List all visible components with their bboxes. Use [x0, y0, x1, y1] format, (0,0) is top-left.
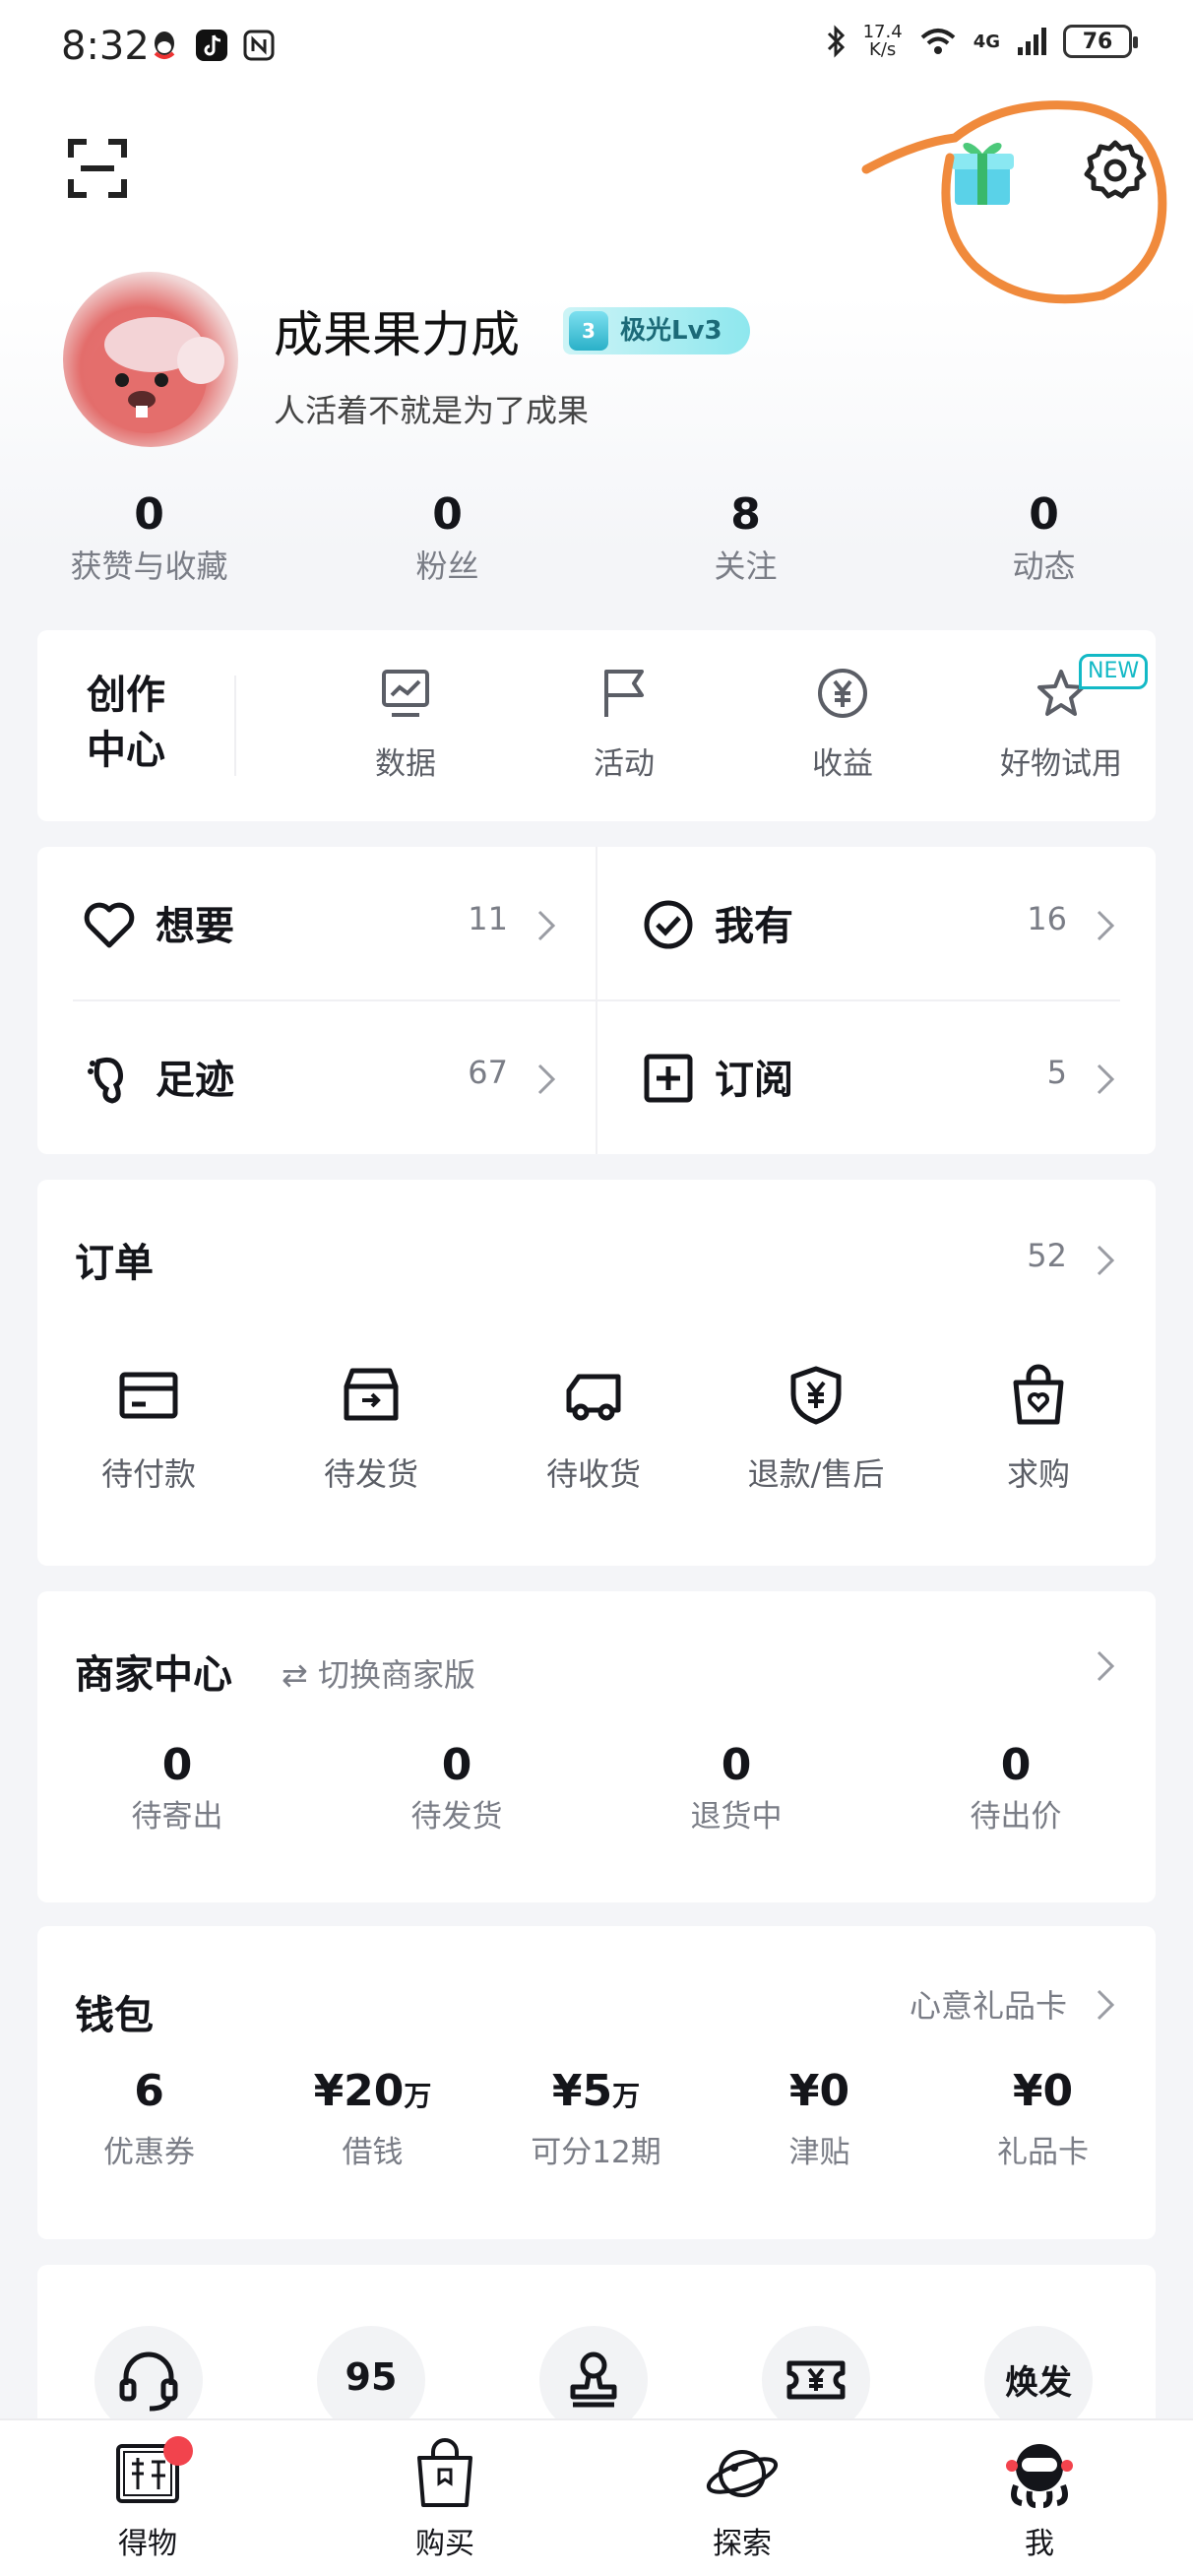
stamp-icon [570, 2351, 617, 2408]
wallet-card: 钱包 心意礼品卡 6 优惠券 ¥20万 借钱 ¥5万 可分12期 ¥0 津贴 ¥0 礼品卡 [37, 1926, 1156, 2239]
box-icon [344, 1368, 399, 1421]
wallet-coupons[interactable]: 6 优惠券 [37, 2064, 261, 2181]
chevron-right-icon [1097, 910, 1115, 941]
footprint-list-item[interactable]: 足迹 67 [37, 1000, 596, 1154]
merchant-center-card: 商家中心 ⇄ 切换商家版 0 待寄出 0 待发货 0 退货中 0 待出价 [37, 1591, 1156, 1902]
wallet-title: 钱包 [75, 1993, 154, 2038]
yuan-coin-icon [818, 669, 867, 718]
creator-trial-button[interactable]: NEW 好物试用 [953, 654, 1169, 783]
profile-stats: 0 获赞与收藏 0 粉丝 8 关注 0 动态 [0, 488, 1193, 591]
plus-square-icon [644, 1054, 693, 1103]
order-pending-shipment[interactable]: 待发货 [260, 1363, 482, 1495]
wifi-icon [920, 29, 956, 54]
nickname[interactable]: 成果果力成 [274, 295, 520, 366]
level-badge[interactable]: 3 极光Lv3 [563, 307, 750, 354]
merchant-returning[interactable]: 0 退货中 [596, 1739, 876, 1841]
want-list-item[interactable]: 想要 11 [37, 847, 596, 1000]
order-pending-payment[interactable]: 待付款 [37, 1363, 260, 1495]
network-type: 4G [973, 31, 1000, 52]
avatar[interactable] [63, 272, 238, 447]
scan-icon[interactable] [67, 138, 128, 199]
chevron-right-icon [537, 910, 556, 941]
collections-card: 想要 11 我有 16 足迹 67 订阅 5 [37, 847, 1156, 1154]
bottom-tab-bar: 得物 购买 探索 我 [0, 2418, 1193, 2576]
creator-center-title[interactable]: 创作中心 [87, 668, 185, 778]
headset-icon [119, 2351, 178, 2412]
creator-center-card: 创作中心 数据 活动 收益 NEW 好物试用 [37, 630, 1156, 821]
owned-list-item[interactable]: 我有 16 [596, 847, 1156, 1000]
chevron-right-icon [537, 1063, 556, 1095]
card-icon [119, 1372, 178, 1419]
profile-screen: 8:32 17.4 K/s 4G 76 成果果力成 3 极光Lv3 人活着不就是… [0, 0, 1193, 2576]
subscription-list-item[interactable]: 订阅 5 [596, 1000, 1156, 1154]
tab-me[interactable]: 我 [961, 2436, 1118, 2562]
orders-title: 订单 [75, 1241, 154, 1286]
wallet-gift-card[interactable]: ¥0 礼品卡 [931, 2064, 1155, 2181]
stat-following[interactable]: 8 关注 [596, 488, 895, 591]
footprint-icon [88, 1057, 123, 1104]
creator-activity-button[interactable]: 活动 [516, 666, 732, 783]
creator-earnings-button[interactable]: 收益 [734, 666, 951, 783]
creator-data-button[interactable]: 数据 [297, 666, 514, 783]
battery-indicator: 76 [1063, 25, 1138, 58]
orders-card: 订单 52 待付款 待发货 待收货 退款/售后 求购 [37, 1180, 1156, 1566]
level-number-icon: 3 [569, 311, 608, 351]
level-label: 极光Lv3 [620, 316, 722, 346]
chevron-right-icon[interactable] [1095, 1987, 1116, 2023]
merchant-to-send[interactable]: 0 待寄出 [37, 1739, 317, 1841]
signal-icon [1018, 28, 1046, 55]
nfc-icon [242, 28, 276, 63]
merchant-to-bid[interactable]: 0 待出价 [876, 1739, 1156, 1841]
bio: 人活着不就是为了成果 [274, 392, 590, 429]
tab-explore[interactable]: 探索 [663, 2436, 821, 2562]
new-tag: NEW [1079, 654, 1149, 689]
switch-merchant-button[interactable]: ⇄ 切换商家版 [282, 1650, 475, 1696]
tab-dewu[interactable]: 得物 [69, 2436, 226, 2562]
status-app-icons [148, 28, 276, 63]
chart-monitor-icon [382, 670, 429, 717]
truck-icon [566, 1374, 621, 1421]
wallet-loan[interactable]: ¥20万 借钱 [261, 2064, 484, 2181]
stat-fans[interactable]: 0 粉丝 [298, 488, 596, 591]
order-refund[interactable]: 退款/售后 [705, 1363, 927, 1495]
stat-posts[interactable]: 0 动态 [895, 488, 1193, 591]
status-bar: 8:32 17.4 K/s 4G 76 [0, 0, 1193, 98]
astronaut-avatar-icon [1006, 2444, 1073, 2508]
notification-dot [163, 2436, 193, 2466]
gift-card-link[interactable]: 心意礼品卡 [910, 1981, 1067, 2027]
ticket-yuan-icon [786, 2360, 846, 2400]
divider [234, 676, 236, 776]
heart-icon [84, 902, 135, 948]
merchant-to-ship[interactable]: 0 待发货 [317, 1739, 596, 1841]
order-wanted[interactable]: 求购 [927, 1363, 1150, 1495]
orders-count[interactable]: 52 [1027, 1237, 1067, 1274]
wallet-installment[interactable]: ¥5万 可分12期 [484, 2064, 708, 2181]
beaver-mascot-icon [89, 317, 224, 433]
shield-yuan-icon [790, 1366, 842, 1425]
bluetooth-icon [827, 25, 845, 58]
status-time: 8:32 [61, 24, 150, 69]
network-speed: 17.4 K/s [862, 22, 903, 60]
stat-likes[interactable]: 0 获赞与收藏 [0, 488, 298, 591]
tab-buy[interactable]: 购买 [366, 2436, 524, 2562]
qq-icon [148, 28, 181, 63]
shopping-bag-icon [417, 2438, 472, 2507]
order-pending-receipt[interactable]: 待收货 [482, 1363, 705, 1495]
chevron-right-icon [1097, 1063, 1115, 1095]
status-indicators: 17.4 K/s 4G 76 [824, 22, 1138, 60]
chevron-right-icon[interactable] [1095, 1648, 1116, 1684]
planet-icon [706, 2450, 779, 2497]
wallet-allowance[interactable]: ¥0 津贴 [708, 2064, 931, 2181]
orange-circle-annotation [861, 100, 1167, 304]
tiktok-icon [195, 28, 228, 63]
bag-heart-icon [1013, 1364, 1064, 1425]
merchant-title: 商家中心 [75, 1652, 232, 1698]
flag-icon [604, 670, 644, 717]
chevron-right-icon[interactable] [1095, 1243, 1116, 1278]
check-circle-icon [644, 900, 693, 949]
